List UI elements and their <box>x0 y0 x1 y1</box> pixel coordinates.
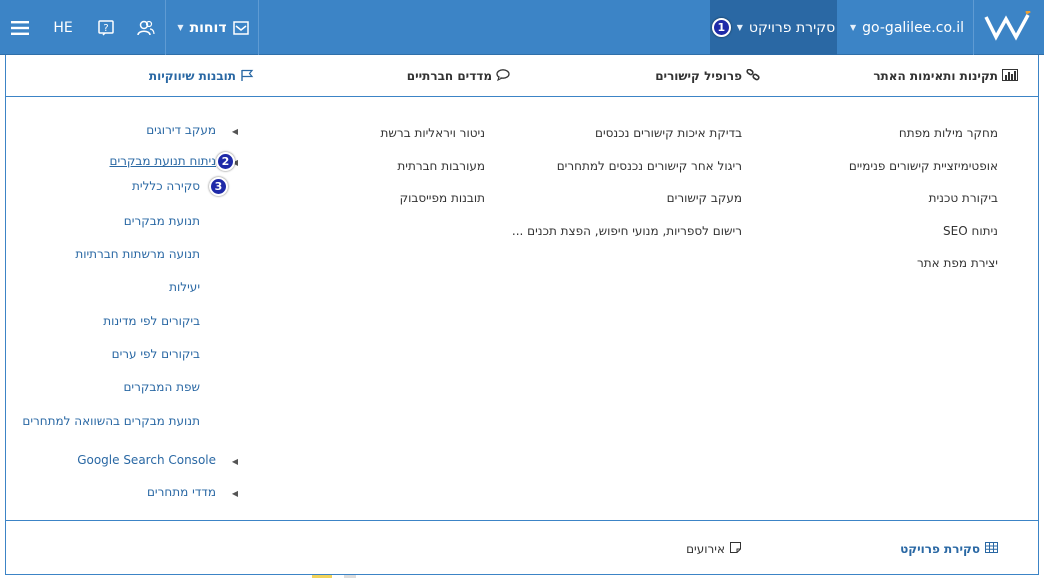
divider <box>165 0 166 55</box>
menu-item-rankings[interactable]: ◀ מעקב דירוגים <box>146 123 238 137</box>
menu-item-social-traffic[interactable]: תנועה מרשתות חברתיות <box>75 247 200 261</box>
menu-item-label: תנועת מבקרים <box>123 214 200 228</box>
top-nav-bar: HE ? ▼ דוחות 1 ▼ סקירת פרויקט ▼ go-galil… <box>0 0 1044 55</box>
menu-item[interactable]: מעקב קישורים <box>512 188 742 221</box>
menu-item-label: Google Search Console <box>77 453 216 467</box>
link-icon <box>746 68 760 84</box>
footer-project-overview-label: סקירת פרויקט <box>900 541 980 556</box>
chevron-down-icon: ▼ <box>177 23 184 32</box>
header-social: מדדים חברתיים <box>407 55 510 97</box>
help-icon[interactable]: ? <box>86 0 126 55</box>
domain-label: go-galilee.co.il <box>862 19 964 36</box>
menu-item-label: ניתוח תנועת מבקרים <box>109 154 217 168</box>
reports-icon <box>232 20 249 35</box>
menu-item-overview[interactable]: סקירה כללית <box>132 179 200 193</box>
column-headers: תקינות ותאימות האתר פרופיל קישורים מדדים… <box>6 55 1038 97</box>
chevron-down-icon: ▼ <box>850 23 857 32</box>
menu-item-label: מדדי מתחרים <box>146 485 216 499</box>
footer-events-label: אירועים <box>686 541 725 556</box>
menu-item-traffic-analysis[interactable]: ◀ ניתוח תנועת מבקרים <box>109 154 239 168</box>
logo[interactable] <box>980 0 1036 55</box>
menu-item-label: תנועה מרשתות חברתיות <box>75 247 200 261</box>
chevron-left-icon: ◀ <box>231 457 238 466</box>
menu-item-label: שפת המבקרים <box>123 380 200 394</box>
left-icon-group: HE ? <box>0 0 166 55</box>
links-menu-list: בדיקת איכות קישורים נכנסים ריגול אחר קיש… <box>512 123 742 253</box>
menu-item-visits-by-city[interactable]: ביקורים לפי ערים <box>112 347 200 361</box>
menu-item[interactable]: ניתוח SEO <box>849 221 998 254</box>
social-menu-list: ניטור ויראליות ברשת מעורבות חברתית תובנו… <box>381 123 485 221</box>
menu-item[interactable]: מחקר מילות מפתח <box>849 123 998 156</box>
header-links-title: פרופיל קישורים <box>655 69 742 83</box>
menu-item-label: יעילות <box>169 280 200 294</box>
step-badge-3: 3 <box>209 177 228 196</box>
project-label: סקירת פרויקט <box>748 19 836 36</box>
menu-item-competitor-metrics[interactable]: ◀ מדדי מתחרים <box>146 485 238 499</box>
divider <box>973 0 974 55</box>
menu-item-traffic-vs-competitors[interactable]: תנועת מבקרים בהשוואה למתחרים <box>22 414 200 428</box>
menu-item[interactable]: בדיקת איכות קישורים נכנסים <box>512 123 742 156</box>
menu-item-efficiency[interactable]: יעילות <box>169 280 200 294</box>
header-links: פרופיל קישורים <box>655 55 760 97</box>
menu-item[interactable]: יצירת מפת אתר <box>849 253 998 286</box>
reports-menu[interactable]: ▼ דוחות <box>168 0 258 55</box>
menu-item-label: סקירה כללית <box>132 179 200 193</box>
menu-item-label: ביקורים לפי ערים <box>111 347 200 361</box>
menu-item[interactable]: רישום לספריות, מנועי חיפוש, הפצת תכנים .… <box>512 221 742 254</box>
w-logo-icon <box>984 9 1032 45</box>
menu-item-google-search-console[interactable]: ◀ Google Search Console <box>77 453 238 467</box>
domain-selector[interactable]: ▼ go-galilee.co.il <box>850 0 964 55</box>
footer-events-link[interactable]: אירועים <box>686 521 741 576</box>
bar-chart-icon <box>1002 68 1018 84</box>
table-icon <box>985 541 998 556</box>
speech-bubble-icon <box>496 68 510 84</box>
step-badge-1: 1 <box>711 18 731 37</box>
svg-text:?: ? <box>103 23 108 34</box>
menu-item-label: תנועת מבקרים בהשוואה למתחרים <box>22 414 200 428</box>
divider <box>258 0 259 55</box>
chevron-left-icon: ◀ <box>231 489 238 498</box>
hamburger-icon[interactable] <box>0 0 40 55</box>
language-switch[interactable]: HE <box>40 0 86 55</box>
menu-item-label: ביקורים לפי מדינות <box>103 314 200 328</box>
chevron-left-icon: ◀ <box>231 127 238 136</box>
menu-item[interactable]: אופטימיזציית קישורים פנימיים <box>849 156 998 189</box>
menu-item[interactable]: ניטור ויראליות ברשת <box>381 123 485 156</box>
header-social-title: מדדים חברתיים <box>406 69 492 83</box>
flag-icon <box>240 69 254 84</box>
menu-item-visitor-language[interactable]: שפת המבקרים <box>123 380 200 394</box>
step-badge-2: 2 <box>216 152 235 171</box>
header-marketing-title: תובנות שיווקיות <box>148 69 236 83</box>
menu-item-visits-by-country[interactable]: ביקורים לפי מדינות <box>103 314 200 328</box>
menu-item-traffic[interactable]: תנועת מבקרים <box>124 214 200 228</box>
menu-footer: סקירת פרויקט אירועים <box>6 520 1038 575</box>
note-icon <box>730 541 741 556</box>
header-marketing: תובנות שיווקיות <box>149 55 254 97</box>
header-seo-title: תקינות ותאימות האתר <box>873 69 998 83</box>
menu-item[interactable]: ריגול אחר קישורים נכנסים למתחרים <box>512 156 742 189</box>
reports-label: דוחות <box>189 19 227 36</box>
seo-menu-list: מחקר מילות מפתח אופטימיזציית קישורים פני… <box>849 123 998 286</box>
menu-item[interactable]: ביקורת טכנית <box>849 188 998 221</box>
users-icon[interactable] <box>126 0 166 55</box>
chevron-down-icon: ▼ <box>736 23 743 32</box>
header-seo: תקינות ותאימות האתר <box>873 55 1018 97</box>
menu-item[interactable]: תובנות מפייסבוק <box>381 188 485 221</box>
menu-item-label: מעקב דירוגים <box>146 123 216 137</box>
menu-item[interactable]: מעורבות חברתית <box>381 156 485 189</box>
project-overview-menu[interactable]: 1 ▼ סקירת פרויקט <box>710 0 837 55</box>
mega-menu-panel: תקינות ותאימות האתר פרופיל קישורים מדדים… <box>5 55 1039 575</box>
footer-project-overview-link[interactable]: סקירת פרויקט <box>900 521 998 576</box>
